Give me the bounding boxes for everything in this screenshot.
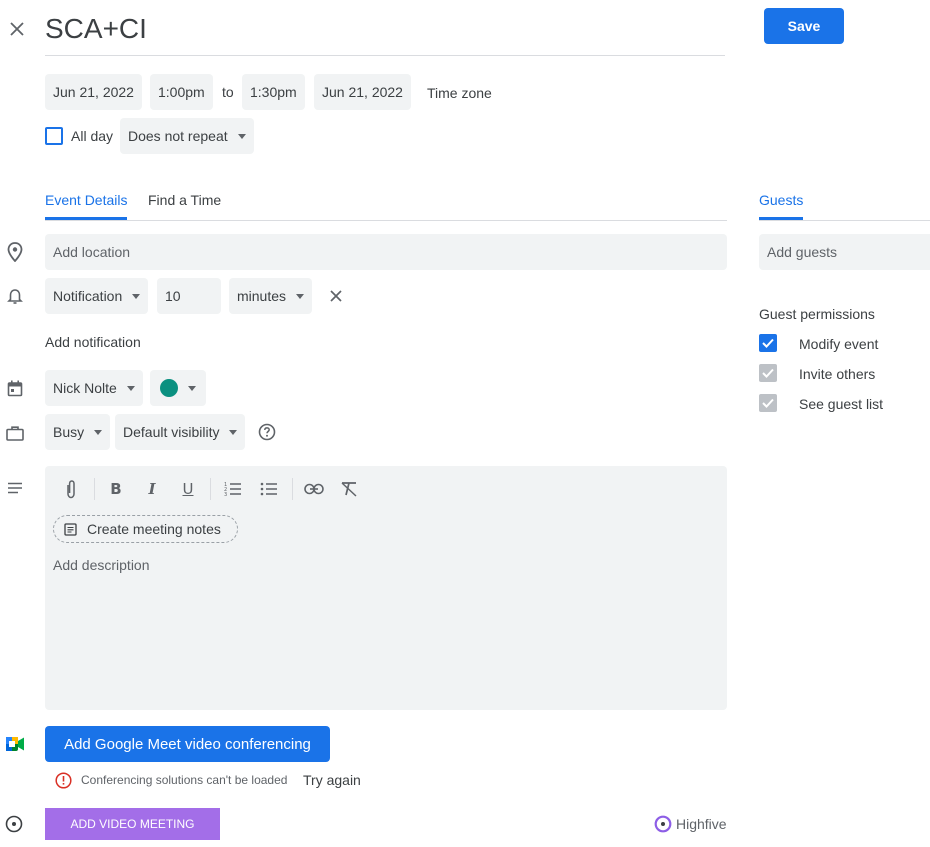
underline-icon[interactable]: U [177, 478, 199, 500]
description-placeholder: Add description [53, 557, 150, 573]
highfive-logo: Highfive [654, 815, 727, 833]
repeat-value: Does not repeat [128, 128, 228, 144]
tab-event-details[interactable]: Event Details [45, 192, 128, 220]
tab-label: Event Details [45, 192, 128, 208]
event-title-input[interactable]: SCA+CI [45, 12, 725, 56]
description-box[interactable] [45, 466, 727, 710]
remove-notification-icon[interactable] [326, 286, 346, 306]
add-video-meeting-button[interactable]: ADD VIDEO MEETING [45, 808, 220, 840]
briefcase-icon [4, 422, 26, 444]
invite-others-label: Invite others [799, 366, 876, 382]
bold-icon[interactable]: B [105, 478, 127, 500]
description-icon [4, 478, 26, 498]
calendar-icon [4, 377, 26, 399]
add-guests-placeholder: Add guests [767, 244, 838, 260]
chevron-down-icon [94, 429, 103, 435]
chevron-down-icon [188, 385, 196, 391]
highfive-label: Highfive [676, 816, 727, 832]
color-swatch [160, 379, 178, 397]
modify-event-label: Modify event [799, 336, 879, 352]
calendar-owner-value: Nick Nolte [53, 380, 117, 396]
help-icon[interactable] [257, 422, 277, 442]
notification-value-input[interactable]: 10 [157, 278, 221, 314]
modify-event-checkbox[interactable] [759, 334, 777, 352]
toolbar-divider [292, 478, 293, 500]
tab-find-a-time[interactable]: Find a Time [148, 192, 221, 220]
bulleted-list-icon[interactable] [258, 478, 280, 500]
add-guests-input[interactable]: Add guests [759, 234, 930, 270]
availability-value: Busy [53, 424, 85, 440]
bell-icon [4, 286, 26, 308]
clear-formatting-icon[interactable] [338, 478, 360, 500]
attachment-icon[interactable] [60, 478, 82, 500]
add-meet-button[interactable]: Add Google Meet video conferencing [45, 726, 330, 762]
highfive-logo-icon [654, 815, 672, 833]
link-icon[interactable] [303, 478, 325, 500]
meeting-notes-label: Create meeting notes [87, 521, 221, 537]
end-date-button[interactable]: Jun 21, 2022 [314, 74, 411, 110]
visibility-value: Default visibility [123, 424, 220, 440]
try-again-button[interactable]: Try again [303, 772, 361, 788]
notification-type-value: Notification [53, 288, 123, 304]
toolbar-divider [210, 478, 211, 500]
location-input[interactable]: Add location [45, 234, 727, 270]
chevron-down-icon [237, 133, 246, 139]
error-icon [54, 771, 72, 789]
chevron-down-icon [296, 293, 305, 299]
conferencing-error-text: Conferencing solutions can't be loaded [81, 773, 288, 787]
location-pin-icon [4, 240, 26, 264]
calendar-color-dropdown[interactable] [150, 370, 206, 406]
start-date-button[interactable]: Jun 21, 2022 [45, 74, 142, 110]
tab-label: Find a Time [148, 192, 222, 208]
close-icon[interactable] [4, 16, 30, 42]
notification-type-dropdown[interactable]: Notification [45, 278, 149, 314]
notes-icon [64, 522, 77, 536]
end-time-button[interactable]: 1:30pm [242, 74, 305, 110]
toolbar-divider [94, 478, 95, 500]
create-meeting-notes-button[interactable]: Create meeting notes [53, 515, 238, 543]
guests-heading: Guests [759, 192, 804, 220]
timezone-button[interactable]: Time zone [427, 85, 492, 101]
tabs-divider [45, 220, 727, 221]
see-guest-list-checkbox[interactable] [759, 394, 777, 412]
italic-icon[interactable]: I [141, 478, 163, 500]
visibility-dropdown[interactable]: Default visibility [115, 414, 246, 450]
save-button[interactable]: Save [764, 8, 844, 44]
chevron-down-icon [126, 385, 135, 391]
guests-divider [759, 220, 930, 221]
chevron-down-icon [229, 429, 238, 435]
location-placeholder: Add location [53, 244, 131, 260]
chevron-down-icon [132, 293, 141, 299]
invite-others-checkbox[interactable] [759, 364, 777, 382]
allday-label: All day [71, 128, 114, 144]
add-notification-link[interactable]: Add notification [45, 334, 141, 350]
allday-checkbox[interactable] [45, 127, 63, 145]
google-meet-icon [4, 734, 26, 754]
availability-dropdown[interactable]: Busy [45, 414, 111, 450]
numbered-list-icon[interactable]: 123 [222, 478, 244, 500]
notification-unit-dropdown[interactable]: minutes [229, 278, 313, 314]
guest-permissions-heading: Guest permissions [759, 306, 875, 322]
to-label: to [222, 84, 234, 100]
calendar-owner-dropdown[interactable]: Nick Nolte [45, 370, 143, 406]
see-guest-list-label: See guest list [799, 396, 884, 412]
svg-text:3: 3 [224, 492, 227, 497]
repeat-dropdown[interactable]: Does not repeat [120, 118, 254, 154]
start-time-button[interactable]: 1:00pm [150, 74, 213, 110]
highfive-icon [4, 814, 24, 834]
notification-unit-value: minutes [237, 288, 287, 304]
guests-heading-label: Guests [759, 192, 804, 208]
